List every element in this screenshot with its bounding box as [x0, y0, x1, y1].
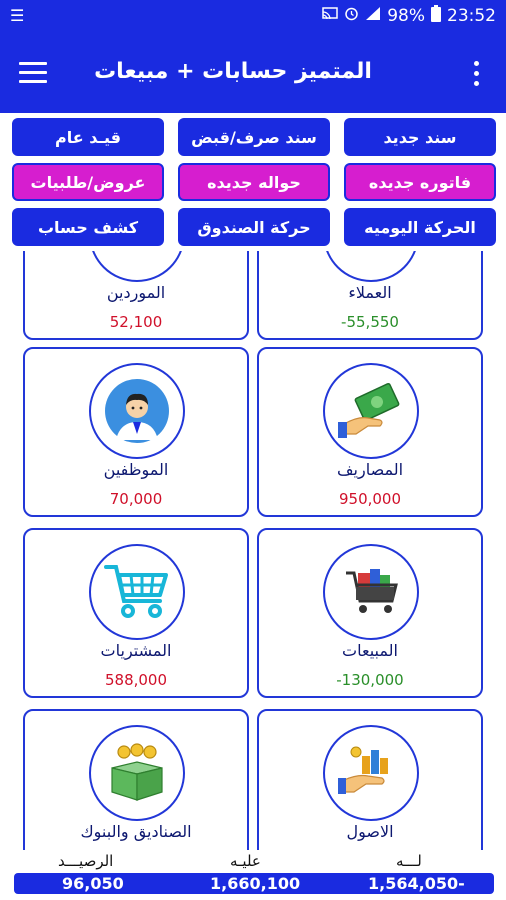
signal-icon: [365, 6, 381, 26]
cash-banks-card[interactable]: الصناديق والبنوك: [23, 709, 249, 850]
notification-icon: ☰: [10, 6, 25, 25]
card-label: العملاء: [348, 283, 392, 302]
card-value: -55,550: [341, 313, 399, 331]
credit-value: 1,564,050-: [368, 874, 465, 893]
accounts-grid[interactable]: العملاء -55,550 الموردين 52,100 المصاريف…: [0, 251, 506, 850]
employees-card[interactable]: الموظفين 70,000: [23, 347, 249, 517]
debit-value: 1,660,100: [210, 874, 301, 893]
card-value: 950,000: [338, 490, 402, 508]
battery-icon: [431, 5, 441, 27]
page-title: المتميز حسابات + مبيعات: [94, 59, 372, 84]
card-label: الموردين: [106, 283, 166, 302]
card-value: 588,000: [104, 671, 168, 689]
sales-card[interactable]: المبيعات -130,000: [257, 528, 483, 698]
debit-label: عليـه: [230, 852, 261, 870]
daily-movement-button[interactable]: الحركة اليوميه: [344, 208, 496, 246]
battery-percent: 98%: [387, 6, 425, 26]
card-label: المصاريف: [336, 460, 404, 479]
shopping-cart-icon: [89, 544, 185, 640]
new-invoice-button[interactable]: فاتوره جديده: [344, 163, 496, 201]
assets-hand-icon: [323, 725, 419, 821]
card-label: الصناديق والبنوك: [80, 822, 192, 841]
money-box-icon: [89, 725, 185, 821]
suppliers-card[interactable]: الموردين 52,100: [23, 251, 249, 340]
purchases-card[interactable]: المشتريات 588,000: [23, 528, 249, 698]
card-value: 52,100: [109, 313, 163, 331]
totals-footer: لـــه عليـه الرصيـــد 1,564,050- 1,660,1…: [0, 850, 506, 900]
card-label: المبيعات: [342, 641, 398, 660]
employee-icon: [89, 363, 185, 459]
account-statement-button[interactable]: كشف حساب: [12, 208, 164, 246]
offers-orders-button[interactable]: عروض/طلبيات: [12, 163, 164, 201]
cast-icon: [322, 6, 338, 26]
balance-label: الرصيـــد: [58, 852, 114, 870]
app-bar: المتميز حسابات + مبيعات: [0, 33, 506, 113]
shopping-cart-full-icon: [323, 544, 419, 640]
suppliers-icon: [89, 251, 185, 282]
credit-label: لـــه: [396, 852, 422, 870]
alarm-icon: [344, 6, 359, 26]
card-label: الاصول: [346, 822, 394, 841]
totals-bar: 1,564,050- 1,660,100 96,050: [14, 873, 494, 894]
card-value: 70,000: [109, 490, 163, 508]
assets-card[interactable]: الاصول: [257, 709, 483, 850]
card-label: الموظفين: [103, 460, 169, 479]
card-label: المشتريات: [100, 641, 172, 660]
new-voucher-button[interactable]: سند جديد: [344, 118, 496, 156]
cashbox-movement-button[interactable]: حركة الصندوق: [178, 208, 330, 246]
expenses-card[interactable]: المصاريف 950,000: [257, 347, 483, 517]
general-entry-button[interactable]: قيـد عام: [12, 118, 164, 156]
hamburger-menu-icon[interactable]: [19, 62, 47, 84]
customers-card[interactable]: العملاء -55,550: [257, 251, 483, 340]
more-options-icon[interactable]: [474, 61, 480, 87]
money-hand-icon: [323, 363, 419, 459]
clock: 23:52: [447, 6, 496, 26]
card-value: -130,000: [336, 671, 404, 689]
customers-icon: [323, 251, 419, 282]
balance-value: 96,050: [62, 874, 124, 893]
payment-receipt-button[interactable]: سند صرف/قبض: [178, 118, 330, 156]
new-transfer-button[interactable]: حواله جديده: [178, 163, 330, 201]
status-bar: ☰ 98% 23:52: [0, 0, 506, 33]
